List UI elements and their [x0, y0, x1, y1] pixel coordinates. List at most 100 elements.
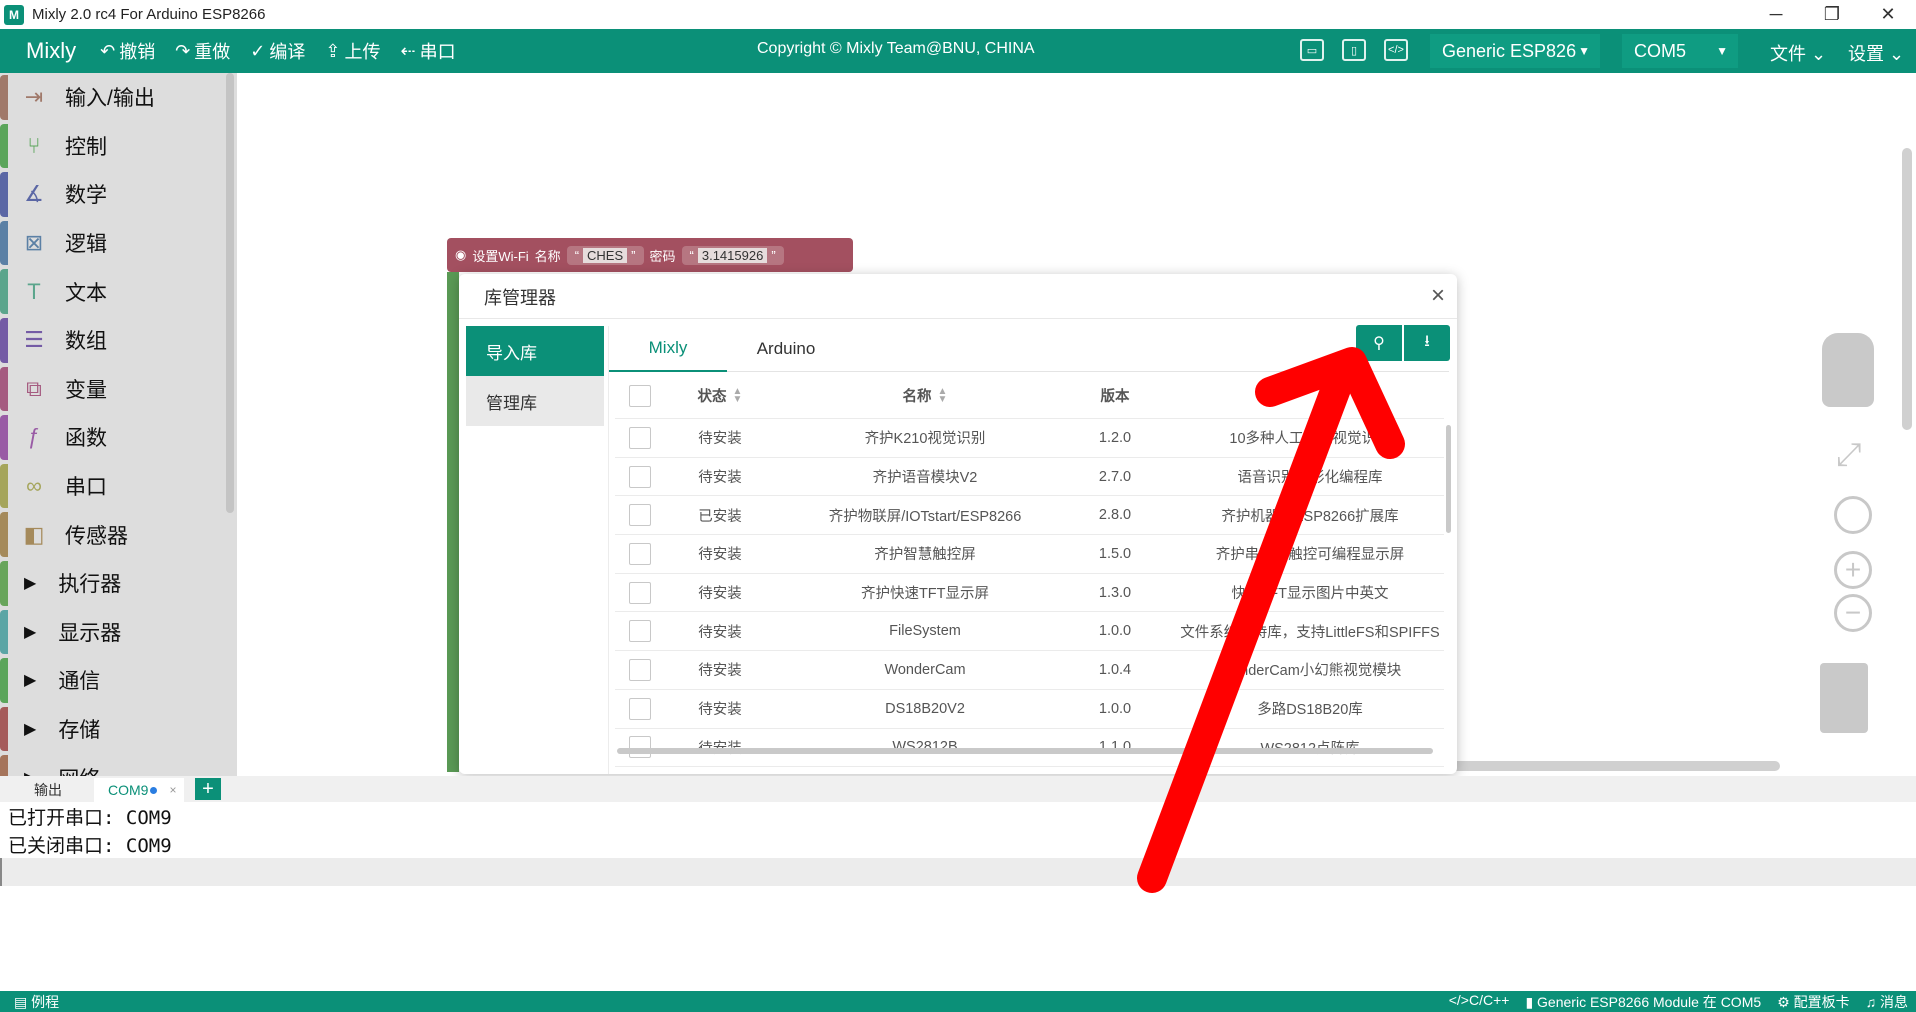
table-row[interactable]: 待安装 齐护语音模块V2 2.7.0 语音识别图形化编程库: [615, 458, 1444, 497]
workspace-horizontal-scrollbar[interactable]: [1440, 761, 1780, 771]
table-vertical-scrollbar[interactable]: [1446, 425, 1451, 533]
blocks-view-icon[interactable]: ▭: [1300, 39, 1324, 61]
code-view-icon[interactable]: </>: [1384, 39, 1408, 61]
trash-icon[interactable]: [1820, 663, 1868, 733]
row-checkbox[interactable]: [629, 581, 651, 604]
redo-button[interactable]: ↷ 重做: [175, 38, 230, 64]
io-icon: ⇥: [24, 84, 44, 110]
toolbox-category-function[interactable]: ƒ 函数: [0, 413, 237, 462]
serial-icon: ∞: [26, 473, 42, 499]
download-icon[interactable]: ⭳: [1404, 325, 1450, 361]
row-select-cell: [627, 574, 653, 612]
category-stripe: [0, 658, 8, 703]
language-indicator[interactable]: </>C/C++: [1449, 992, 1510, 1012]
wifi-name-label: 名称: [534, 248, 561, 264]
row-checkbox[interactable]: [629, 465, 651, 488]
toolbox-category-io[interactable]: ⇥ 输入/输出: [0, 73, 237, 122]
compile-button[interactable]: ✓ 编译: [250, 38, 305, 64]
table-row[interactable]: 待安装 齐护K210视觉识别 1.2.0 10多种人工智能视觉识别: [615, 419, 1444, 458]
row-description: 10多种人工智能视觉识别: [1229, 431, 1391, 448]
config-board-button[interactable]: ⚙ 配置板卡: [1777, 992, 1849, 1012]
nav-manage-library[interactable]: 管理库: [466, 376, 604, 426]
table-row[interactable]: 待安装 齐护智慧触控屏 1.5.0 齐护串口屏触控可编程显示屏: [615, 535, 1444, 574]
row-status: 待安装: [698, 586, 742, 603]
file-menu[interactable]: 文件 ⌄: [1770, 40, 1826, 66]
workspace-vertical-scrollbar[interactable]: [1902, 148, 1912, 430]
toolbox-category-sensor[interactable]: ◧ 传感器: [0, 510, 237, 559]
toolbox-category-text[interactable]: T 文本: [0, 267, 237, 316]
toolbox-category-math[interactable]: ∡ 数学: [0, 170, 237, 219]
settings-menu[interactable]: 设置 ⌄: [1848, 40, 1904, 66]
category-stripe: [0, 317, 8, 363]
table-row[interactable]: 待安装 FileSystem 1.0.0 文件系统支持库，支持LittleFS和SPI…: [615, 612, 1444, 652]
row-checkbox[interactable]: [629, 658, 651, 681]
zoom-in-icon[interactable]: +: [1834, 551, 1872, 589]
minimize-button[interactable]: ─: [1748, 0, 1804, 29]
wifi-name-field[interactable]: “CHES”: [566, 245, 644, 265]
serial-button[interactable]: ⇠ 串口: [400, 38, 455, 64]
nav-import-library[interactable]: 导入库: [466, 326, 604, 376]
row-description: 多路DS18B20库: [1257, 702, 1363, 719]
close-window-button[interactable]: ✕: [1860, 0, 1916, 29]
tab-serial-com9[interactable]: COM9 ×: [94, 778, 184, 802]
undo-button[interactable]: ↶ 撤销: [100, 38, 155, 64]
maximize-button[interactable]: ❐: [1804, 0, 1860, 29]
table-row[interactable]: 待安装 DS18B20V2 1.0.0 多路DS18B20库: [615, 690, 1444, 729]
toolbox-category-actuator[interactable]: ▶ 执行器: [0, 559, 237, 608]
fullscreen-icon[interactable]: ⤢: [1836, 436, 1862, 474]
toolbox-category-serial[interactable]: ∞ 串口: [0, 462, 237, 511]
examples-button[interactable]: ▤ 例程: [14, 992, 59, 1012]
close-tab-icon[interactable]: ×: [169, 783, 176, 797]
tab-arduino[interactable]: Arduino: [727, 326, 845, 372]
toolbox-category-logic[interactable]: ⊠ 逻辑: [0, 219, 237, 268]
zoom-out-icon[interactable]: −: [1834, 594, 1872, 632]
toolbox-category-storage[interactable]: ▶ 存储: [0, 705, 237, 754]
toolbox-category-control[interactable]: ⑂ 控制: [0, 122, 237, 171]
tab-mixly[interactable]: Mixly: [609, 326, 727, 372]
wifi-setup-block[interactable]: ◉ 设置Wi-Fi 名称 “CHES” 密码 “3.1415926”: [447, 238, 853, 272]
row-checkbox[interactable]: [629, 542, 651, 565]
toolbox-scrollbar[interactable]: [226, 73, 234, 513]
recenter-icon[interactable]: [1834, 496, 1872, 534]
wifi-password-field[interactable]: “3.1415926”: [681, 245, 784, 265]
board-port-indicator[interactable]: ▮ Generic ESP8266 Module 在 COM5: [1525, 992, 1761, 1012]
table-horizontal-scrollbar[interactable]: [617, 748, 1433, 754]
library-table: 状态 ▲ ▼ 名称 ▲ ▼ 版本 待安装 齐护K210视觉识别 1.2.0 10多种人工智能视…: [615, 373, 1444, 768]
wifi-block-label: 设置Wi-Fi: [472, 248, 529, 264]
toolbox-category-network[interactable]: ▶ 网络: [0, 753, 237, 776]
upload-button[interactable]: ⇪ 上传: [325, 38, 380, 64]
messages-button[interactable]: ♫ 消息: [1866, 992, 1908, 1012]
serial-input[interactable]: [0, 858, 1916, 886]
row-checkbox[interactable]: [629, 697, 651, 720]
serial-tab-label: COM9: [108, 782, 149, 798]
row-version: 2.8.0: [1098, 507, 1132, 524]
toolbox-category-list[interactable]: ☰ 数组: [0, 316, 237, 365]
row-checkbox[interactable]: [629, 504, 651, 527]
toolbox-category-variable[interactable]: ⧉ 变量: [0, 365, 237, 414]
table-row[interactable]: 已安装 齐护物联屏/IOTstart/ESP8266 2.8.0 齐护机器人ESP82…: [615, 496, 1444, 536]
cloud-import-icon[interactable]: ⚲: [1356, 325, 1402, 361]
board-select[interactable]: Generic ESP826 ▼: [1430, 34, 1600, 68]
examples-label: 例程: [31, 993, 60, 1010]
toolbox-category-communication[interactable]: ▶ 通信: [0, 656, 237, 705]
table-row[interactable]: 待安装 齐护快速TFT显示屏 1.3.0 快速TFT显示图片中英文: [615, 574, 1444, 613]
backpack-icon[interactable]: [1822, 333, 1874, 407]
row-description: 快速TFT显示图片中英文: [1231, 586, 1389, 603]
close-icon[interactable]: ×: [1431, 282, 1445, 310]
app-logo-icon: M: [4, 4, 24, 25]
split-view-icon[interactable]: ▯: [1342, 39, 1366, 61]
table-row[interactable]: 待安装 WonderCam 1.0.4 WonderCam小幻熊视觉模块: [615, 651, 1444, 690]
dialog-title: 库管理器: [484, 288, 556, 308]
select-all-checkbox[interactable]: [629, 384, 651, 407]
tab-output[interactable]: 输出: [34, 778, 62, 802]
add-tab-button[interactable]: +: [195, 778, 221, 800]
toolbox-category-display[interactable]: ▶ 显示器: [0, 608, 237, 657]
bell-icon: ♫: [1865, 993, 1877, 1010]
column-status[interactable]: 状态 ▲ ▼: [675, 373, 765, 418]
port-select[interactable]: COM5 ▼: [1622, 34, 1738, 68]
variable-icon: ⧉: [26, 375, 42, 401]
divider: [608, 326, 609, 774]
column-name[interactable]: 名称 ▲ ▼: [800, 373, 1050, 418]
row-checkbox[interactable]: [629, 620, 651, 643]
row-checkbox[interactable]: [629, 426, 651, 449]
